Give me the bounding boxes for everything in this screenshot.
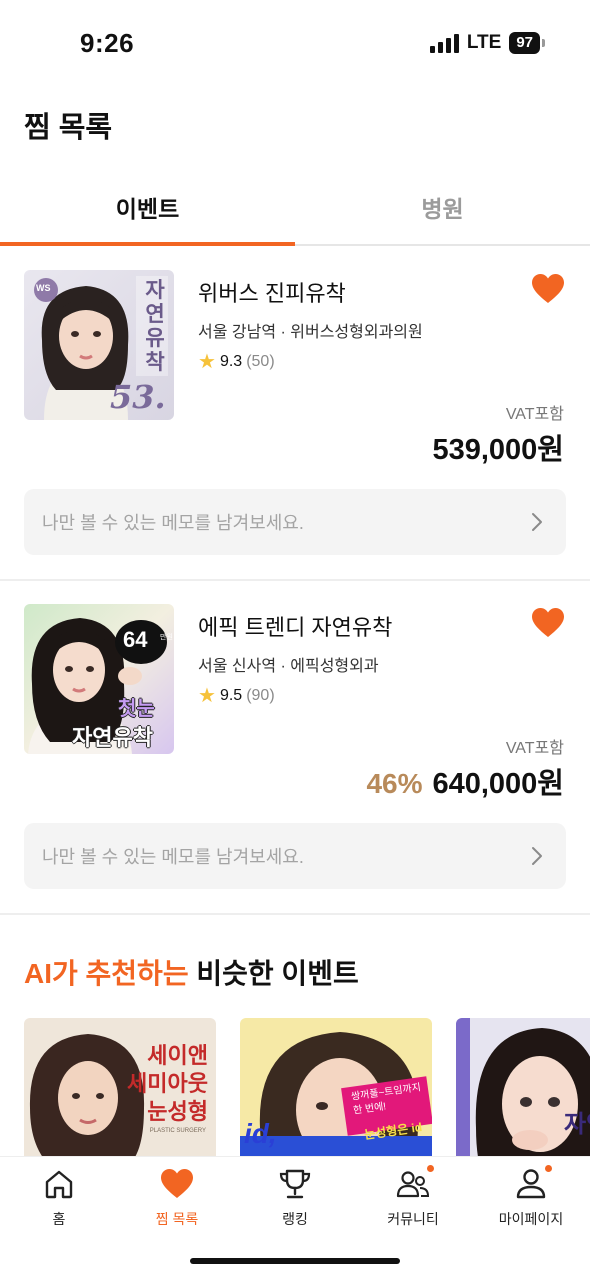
chevron-right-icon — [532, 847, 542, 865]
vat-note: VAT포함 — [505, 406, 564, 423]
event-thumbnail[interactable]: 64 만원 첫눈 자연유착 — [24, 604, 174, 754]
event-rating: ★ 9.3 (50) — [198, 352, 275, 372]
recommendation-card[interactable]: 세이앤 세미아웃 눈성형 PLASTIC SURGERY — [24, 1018, 216, 1158]
event-title[interactable]: 에픽 트렌디 자연유착 — [198, 610, 392, 642]
star-icon: ★ — [198, 351, 216, 373]
thumbnail-price-number: 64 — [123, 627, 148, 652]
recommendation-card[interactable]: 자연 — [456, 1018, 590, 1158]
memo-placeholder: 나만 볼 수 있는 메모를 남겨보세요. — [42, 513, 304, 533]
event-card[interactable]: WS 자연유착 53. 위버스 진피유착 서울 강남역 · 위버스성형외과의원 … — [0, 248, 590, 580]
rating-score: 9.3 — [219, 353, 243, 370]
thumbnail-price-number: 53. — [110, 378, 166, 416]
event-card[interactable]: 64 만원 첫눈 자연유착 에픽 트렌디 자연유착 서울 신사역 · 에픽성형외… — [0, 582, 590, 914]
nav-mypage[interactable]: 마이페이지 — [472, 1165, 590, 1229]
nav-label: 마이페이지 — [498, 1211, 564, 1227]
event-thumbnail[interactable]: WS 자연유착 53. — [24, 270, 174, 420]
recommendation-list: 세이앤 세미아웃 눈성형 PLASTIC SURGERY 쌍꺼풀~트임까지 한 … — [24, 1018, 590, 1158]
thumbnail-line2: 자연유착 — [72, 725, 153, 750]
event-rating: ★ 9.5 (90) — [198, 686, 275, 706]
notification-dot — [427, 1165, 434, 1172]
tab-active-indicator — [0, 242, 295, 246]
memo-input[interactable]: 나만 볼 수 있는 메모를 남겨보세요. — [24, 823, 566, 889]
status-bar: 9:26 LTE 97 — [0, 0, 590, 88]
price-row: 539,000원 — [422, 426, 564, 468]
thumbnail-price-unit: 만원 — [160, 634, 173, 641]
recommendation-text-line: 눈성형 — [147, 1099, 208, 1124]
page-title: 찜 목록 — [24, 112, 113, 144]
recommendation-caption: PLASTIC SURGERY — [149, 1128, 206, 1134]
nav-ranking[interactable]: 랭킹 — [236, 1167, 354, 1229]
tab-bar: 이벤트 병원 — [0, 168, 590, 246]
network-type: LTE — [466, 32, 502, 53]
memo-placeholder: 나만 볼 수 있는 메모를 남겨보세요. — [42, 847, 304, 867]
nav-community[interactable]: 커뮤니티 — [354, 1165, 472, 1229]
discount-rate: 46% — [366, 768, 423, 799]
nav-label: 홈 — [52, 1211, 66, 1227]
event-price: 539,000원 — [432, 434, 564, 466]
nav-wishlist[interactable]: 찜 목록 — [118, 1167, 236, 1229]
clinic-logo: WS — [36, 283, 51, 293]
heart-icon[interactable] — [532, 608, 564, 638]
status-time: 9:26 — [80, 28, 135, 58]
price-row: 46% 640,000원 — [366, 760, 564, 802]
status-indicators: LTE 97 — [429, 32, 545, 54]
event-price: 640,000원 — [432, 768, 564, 800]
recommendation-text-line: 자연 — [564, 1111, 590, 1138]
rating-score: 9.5 — [219, 687, 243, 704]
thumbnail-badge-text: 자연유착 — [145, 277, 165, 374]
recommendation-title-accent: AI가 추천하는 — [24, 958, 189, 989]
nav-home[interactable]: 홈 — [0, 1167, 118, 1229]
event-location: 서울 강남역 · 위버스성형외과의원 — [198, 324, 423, 341]
event-title[interactable]: 위버스 진피유착 — [198, 276, 346, 308]
recommendation-title-rest: 비슷한 이벤트 — [188, 958, 359, 989]
nav-label: 랭킹 — [282, 1211, 308, 1227]
battery-icon: 97 — [509, 32, 545, 54]
recommendation-text-line: 세이앤 — [147, 1043, 208, 1068]
divider — [0, 579, 590, 581]
heart-icon[interactable] — [532, 274, 564, 304]
recommendation-text: 세이앤 세미아웃 눈성형 — [127, 1042, 208, 1126]
heart-icon — [160, 1167, 194, 1201]
recommendation-card[interactable]: 쌍꺼풀~트임까지 한 번에! 눈성형은 id id, — [240, 1018, 432, 1158]
nav-label: 커뮤니티 — [387, 1211, 439, 1227]
recommendation-text-line: 세미아웃 — [127, 1071, 208, 1096]
star-icon: ★ — [198, 685, 216, 707]
review-count: (50) — [246, 353, 275, 370]
thumbnail-line1: 첫눈 — [118, 698, 155, 720]
memo-input[interactable]: 나만 볼 수 있는 메모를 남겨보세요. — [24, 489, 566, 555]
recommendation-brand: id, — [244, 1118, 277, 1149]
recommendation-title: AI가 추천하는 비슷한 이벤트 — [24, 952, 359, 992]
tab-events[interactable]: 이벤트 — [0, 168, 295, 244]
notification-dot — [545, 1165, 552, 1172]
trophy-icon — [278, 1167, 312, 1201]
nav-label: 찜 목록 — [155, 1211, 199, 1227]
chevron-right-icon — [532, 513, 542, 531]
tab-hospitals[interactable]: 병원 — [295, 168, 590, 244]
home-indicator — [190, 1258, 400, 1264]
event-location: 서울 신사역 · 에픽성형외과 — [198, 658, 379, 675]
people-icon — [396, 1165, 434, 1201]
person-icon — [514, 1165, 552, 1201]
signal-icon — [429, 33, 459, 53]
divider — [0, 913, 590, 915]
vat-note: VAT포함 — [505, 740, 564, 757]
review-count: (90) — [246, 687, 275, 704]
home-icon — [42, 1167, 76, 1201]
